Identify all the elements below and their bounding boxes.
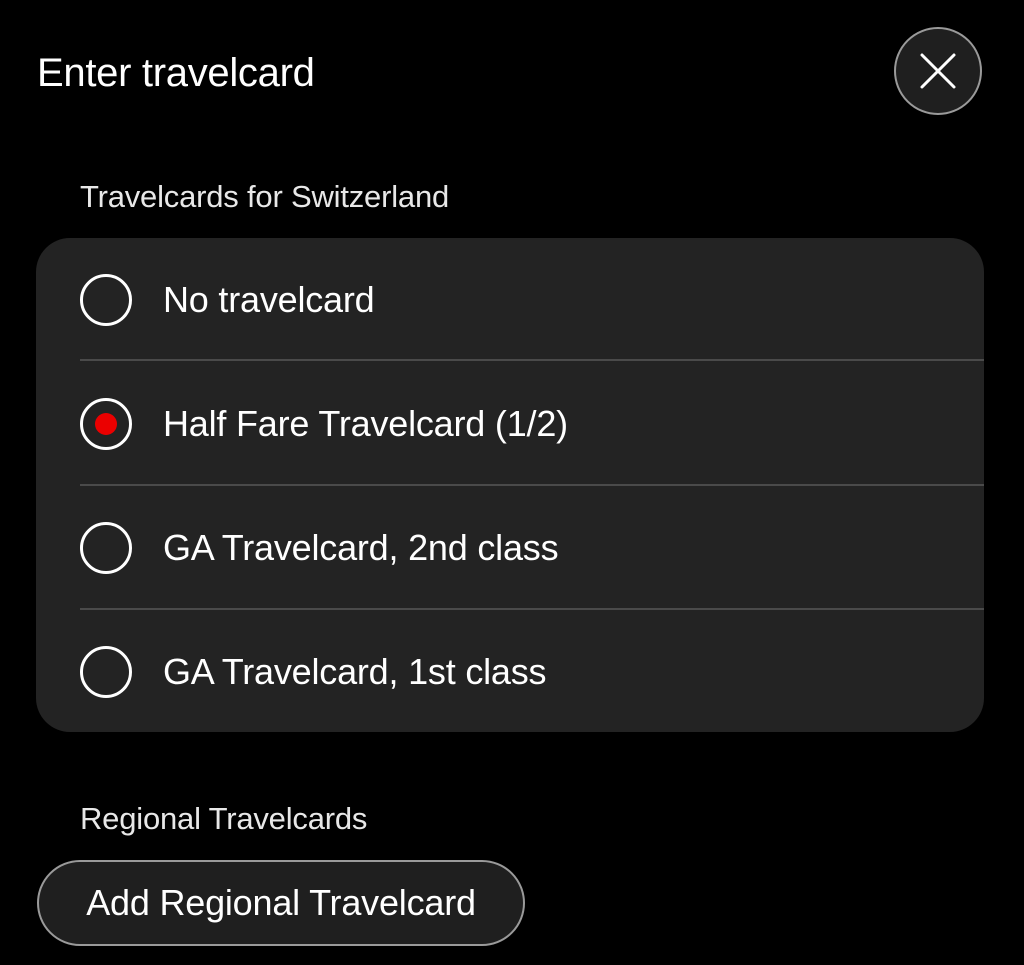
option-label: Half Fare Travelcard (1/2) (163, 403, 568, 444)
divider (80, 359, 984, 361)
close-button[interactable] (894, 27, 982, 115)
travelcard-options-card: No travelcard Half Fare Travelcard (1/2)… (36, 238, 984, 732)
radio-button[interactable] (80, 398, 132, 450)
radio-selected-dot (95, 413, 117, 435)
option-ga-1st-class[interactable]: GA Travelcard, 1st class (36, 610, 984, 732)
option-label: GA Travelcard, 1st class (163, 651, 547, 692)
close-icon (920, 53, 956, 89)
radio-button[interactable] (80, 274, 132, 326)
option-label: GA Travelcard, 2nd class (163, 527, 559, 568)
section-label-switzerland: Travelcards for Switzerland (80, 179, 450, 214)
add-regional-travelcard-button[interactable]: Add Regional Travelcard (37, 860, 525, 946)
radio-button[interactable] (80, 646, 132, 698)
option-label: No travelcard (163, 279, 375, 320)
page-title: Enter travelcard (37, 51, 315, 95)
option-no-travelcard[interactable]: No travelcard (36, 238, 984, 362)
option-ga-2nd-class[interactable]: GA Travelcard, 2nd class (36, 486, 984, 610)
section-label-regional: Regional Travelcards (80, 801, 368, 836)
option-half-fare[interactable]: Half Fare Travelcard (1/2) (36, 362, 984, 486)
radio-button[interactable] (80, 522, 132, 574)
